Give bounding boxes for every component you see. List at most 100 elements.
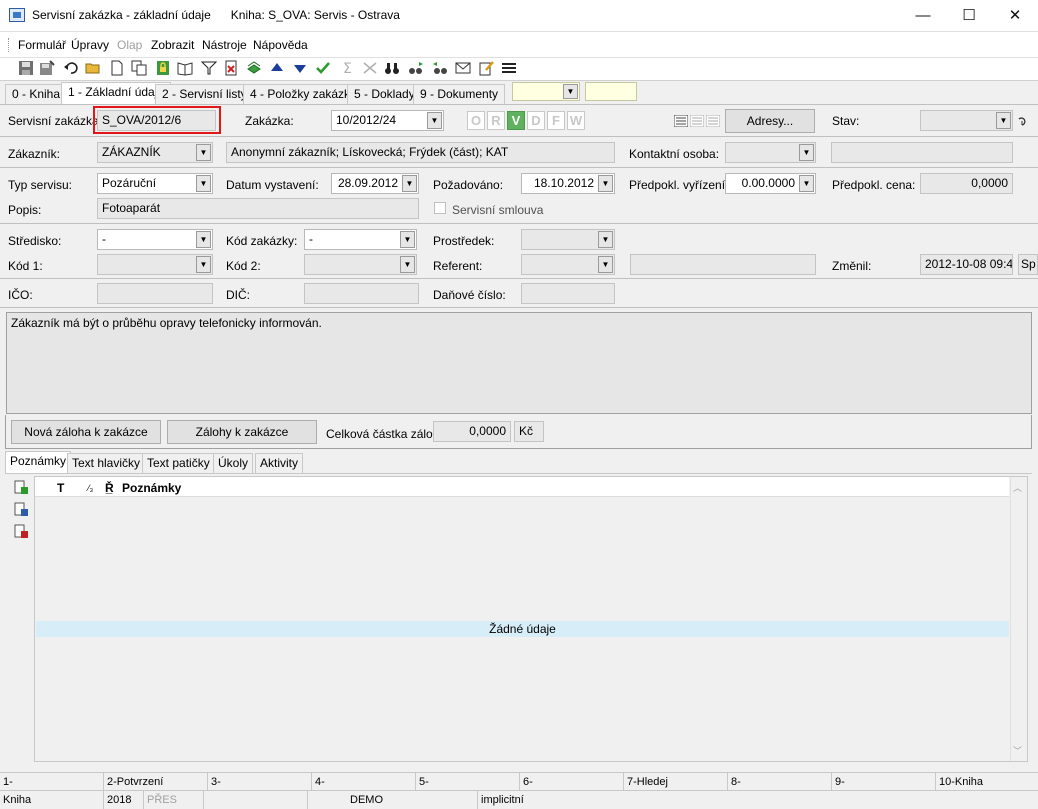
zakazka-select[interactable]: 10/2012/24 ▼ [331, 110, 444, 131]
close-button[interactable]: ✕ [992, 0, 1038, 31]
subtab-ukoly[interactable]: Úkoly [213, 453, 254, 473]
ico-field[interactable] [97, 283, 213, 304]
chevron-down-icon[interactable]: ▼ [598, 256, 613, 273]
kontaktni-osoba-name-field[interactable] [831, 142, 1013, 163]
menu-napoveda[interactable]: Nápověda [253, 38, 308, 52]
maximize-button[interactable]: ☐ [946, 0, 992, 31]
new-document-icon[interactable] [109, 60, 125, 76]
adresy-button[interactable]: Adresy... [725, 109, 815, 133]
menu-olap[interactable]: Olap [117, 38, 142, 52]
fkey-7[interactable]: 7-Hledej [624, 773, 728, 791]
flag-r[interactable]: R [487, 111, 505, 130]
note-textarea[interactable]: Zákazník má být o průběhu opravy telefon… [6, 312, 1032, 414]
save-icon[interactable] [18, 60, 34, 76]
tab-servisni-listy[interactable]: 2 - Servisní listy [155, 84, 254, 104]
chevron-down-icon[interactable]: ▼ [402, 175, 417, 192]
fkey-2[interactable]: 2-Potvrzení [104, 773, 208, 791]
servisni-zakazka-field[interactable]: S_OVA/2012/6 [97, 110, 216, 131]
flag-o[interactable]: O [467, 111, 485, 130]
fkey-1[interactable]: 1- [0, 773, 104, 791]
menu-lines-icon[interactable] [501, 60, 517, 76]
notes-grid[interactable] [34, 476, 1028, 762]
sum-icon[interactable]: Σ [340, 60, 356, 76]
predpokl-cena-field[interactable]: 0,0000 [920, 173, 1013, 194]
chevron-down-icon[interactable]: ▼ [598, 175, 613, 192]
kod1-select[interactable]: ▼ [97, 254, 213, 275]
chevron-down-icon[interactable]: ▼ [400, 256, 415, 273]
menu-formular[interactable]: Formulář [18, 38, 66, 52]
fkey-6[interactable]: 6- [520, 773, 624, 791]
col-r-header[interactable]: Ř̲ [105, 481, 114, 495]
chevron-down-icon[interactable]: ▼ [196, 175, 211, 192]
arrow-up-icon[interactable] [269, 60, 285, 76]
binoculars-icon[interactable] [384, 60, 400, 76]
currency-field[interactable]: Kč [514, 421, 544, 442]
dic-field[interactable] [304, 283, 419, 304]
menu-zobrazit[interactable]: Zobrazit [151, 38, 194, 52]
tab-dokumenty[interactable]: 9 - Dokumenty [413, 84, 506, 104]
stack-icon[interactable] [246, 60, 262, 76]
save-close-icon[interactable] [39, 60, 55, 76]
find-next-icon[interactable] [408, 60, 424, 76]
chevron-down-icon[interactable]: ▼ [799, 144, 814, 161]
delete-document-icon[interactable] [223, 60, 239, 76]
flag-v[interactable]: V [507, 111, 525, 130]
referent-name-field[interactable] [630, 254, 816, 275]
check-icon[interactable] [315, 60, 331, 76]
chevron-down-icon[interactable]: ▼ [196, 144, 211, 161]
celkova-castka-field[interactable]: 0,0000 [433, 421, 511, 442]
nova-zaloha-button[interactable]: Nová záloha k zakázce [11, 420, 161, 444]
find-previous-icon[interactable] [432, 60, 448, 76]
pozadovano-field[interactable]: 18.10.2012 ▼ [521, 173, 615, 194]
open-folder-icon[interactable] [85, 60, 101, 76]
flag-f[interactable]: F [547, 111, 565, 130]
flag-w[interactable]: W [567, 111, 585, 130]
chevron-down-icon[interactable]: ▼ [598, 231, 613, 248]
col-t-header[interactable]: T [57, 481, 64, 495]
prostredek-select[interactable]: ▼ [521, 229, 615, 250]
kod-zakazky-select[interactable]: - ▼ [304, 229, 417, 250]
zakaznik-select[interactable]: ZÁKAZNÍK ▼ [97, 142, 213, 163]
col-sort-header[interactable]: ⁄₃ [88, 483, 93, 493]
kontaktni-osoba-select[interactable]: ▼ [725, 142, 816, 163]
flag-d[interactable]: D [527, 111, 545, 130]
fkey-5[interactable]: 5- [416, 773, 520, 791]
minimize-button[interactable]: — [900, 0, 946, 31]
book-icon[interactable] [177, 60, 193, 76]
zmenil-user-field[interactable]: Sp [1018, 254, 1038, 275]
kod2-select[interactable]: ▼ [304, 254, 417, 275]
add-note-icon[interactable] [14, 480, 28, 494]
zalohy-button[interactable]: Zálohy k zakázce [167, 420, 317, 444]
yellow-select-1[interactable]: ▼ [512, 82, 580, 101]
danove-cislo-field[interactable] [521, 283, 615, 304]
tab-polozky-zakazky[interactable]: 4 - Položky zakázky [243, 84, 364, 104]
edit-note-icon[interactable] [14, 502, 28, 516]
popis-field[interactable]: Fotoaparát [97, 198, 419, 219]
subtab-poznamky[interactable]: Poznámky [5, 451, 72, 473]
copy-icon[interactable] [131, 60, 147, 76]
chevron-down-icon[interactable]: ▼ [196, 256, 211, 273]
lock-icon[interactable] [155, 60, 171, 76]
zmenil-field[interactable]: 2012-10-08 09:42 [920, 254, 1013, 275]
subtab-text-paticky[interactable]: Text patičky [142, 453, 215, 473]
stav-select[interactable]: ▼ [920, 110, 1013, 131]
subtab-aktivity[interactable]: Aktivity [255, 453, 304, 473]
undo-icon[interactable] [63, 60, 79, 76]
datum-vystaveni-field[interactable]: 28.09.2012 ▼ [331, 173, 419, 194]
align-center-icon[interactable] [690, 115, 704, 127]
fkey-10[interactable]: 10-Kniha [936, 773, 1038, 791]
stredisko-select[interactable]: - ▼ [97, 229, 213, 250]
chevron-down-icon[interactable]: ▼ [196, 231, 211, 248]
delete-note-icon[interactable] [14, 524, 28, 538]
filter-icon[interactable] [201, 60, 217, 76]
servisni-smlouva-checkbox[interactable] [434, 202, 446, 214]
zakaznik-name-field[interactable]: Anonymní zákazník; Lískovecká; Frýdek (č… [226, 142, 615, 163]
envelope-icon[interactable] [455, 60, 471, 76]
col-poznamky-header[interactable]: Poznámky [122, 481, 181, 495]
chevron-down-icon[interactable]: ▼ [563, 84, 578, 99]
chevron-down-icon[interactable]: ▼ [996, 112, 1011, 129]
fkey-3[interactable]: 3- [208, 773, 312, 791]
tab-doklady[interactable]: 5 - Doklady [347, 84, 422, 104]
align-left-icon[interactable] [674, 115, 688, 127]
tab-kniha[interactable]: 0 - Kniha [5, 84, 68, 104]
